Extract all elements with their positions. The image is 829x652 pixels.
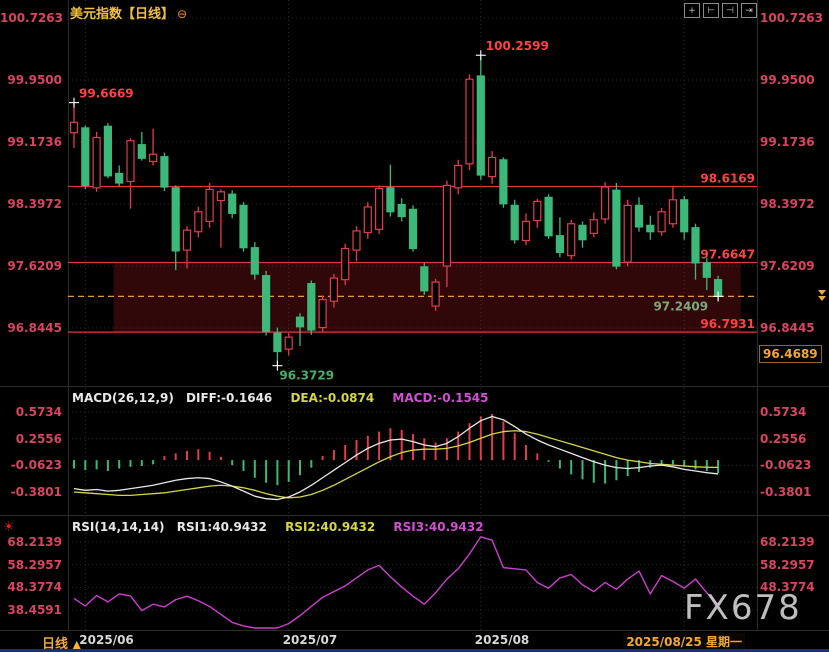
date-label: 2025/07 — [283, 633, 337, 647]
rsi-title: RSI(14,14,14) — [72, 520, 165, 534]
date-label-highlighted: 2025/08/25 星期一 — [623, 633, 745, 650]
y-axis-label: 68.2139 — [0, 535, 62, 549]
y-axis-label: 48.3774 — [0, 580, 62, 594]
current-price-marker-icon — [818, 290, 826, 302]
fx678-watermark: FX678 — [684, 588, 802, 628]
y-axis-label: 100.7263 — [760, 11, 826, 25]
y-axis-label: 96.8445 — [0, 321, 62, 335]
date-label: 2025/06 — [79, 633, 133, 647]
macd-panel-canvas[interactable] — [68, 388, 757, 515]
y-axis-label: 68.2139 — [760, 535, 826, 549]
rsi2-value: RSI2:40.9432 — [285, 520, 375, 534]
macd-macd-value: MACD:-0.1545 — [392, 391, 488, 405]
bottom-axis-bar: 日线 ▲ 2025/062025/072025/082025/08/25 星期一 — [0, 631, 829, 649]
y-axis-label: 0.5734 — [760, 405, 826, 419]
y-axis-label: 98.3972 — [760, 197, 826, 211]
axis-zoom-right-icon[interactable]: ⊣ — [722, 3, 738, 18]
pan-right-icon[interactable]: ⇥ — [741, 3, 757, 18]
alert-sun-icon[interactable]: ☀ — [3, 520, 15, 535]
price-macd-separator — [0, 386, 829, 387]
svg-text:99.6669: 99.6669 — [79, 87, 134, 101]
svg-text:97.6647: 97.6647 — [700, 247, 755, 261]
macd-diff-value: DIFF:-0.1646 — [186, 391, 272, 405]
y-axis-label: -0.3801 — [0, 485, 62, 499]
svg-text:97.2409: 97.2409 — [653, 299, 708, 313]
crosshair-icon[interactable]: + — [684, 3, 700, 18]
svg-text:100.2599: 100.2599 — [486, 39, 549, 53]
y-axis-label: 99.1736 — [0, 135, 62, 149]
y-axis-label: 99.9500 — [760, 73, 826, 87]
y-axis-label: -0.3801 — [760, 485, 826, 499]
symbol-period-label: 美元指数【日线】 — [70, 7, 174, 22]
macd-header: MACD(26,12,9) DIFF:-0.1646 DEA:-0.0874 M… — [72, 391, 489, 405]
macd-title: MACD(26,12,9) — [72, 391, 174, 405]
price-level-box: 96.4689 — [759, 345, 822, 363]
y-axis-label: 100.7263 — [0, 11, 62, 25]
y-axis-label: -0.0623 — [760, 458, 826, 472]
date-label: 2025/08 — [475, 633, 529, 647]
macd-rsi-separator — [0, 515, 829, 516]
price-chart-canvas[interactable]: 98.6169 97.6647 96.7931 97.2409 99.6669 100.2… — [68, 0, 757, 386]
y-axis-label: 0.5734 — [0, 405, 62, 419]
svg-text:98.6169: 98.6169 — [700, 171, 755, 185]
y-axis-label: -0.0623 — [0, 458, 62, 472]
right-axis-border — [757, 0, 758, 630]
macd-dea-value: DEA:-0.0874 — [290, 391, 374, 405]
rsi3-value: RSI3:40.9432 — [393, 520, 483, 534]
chart-title: 美元指数【日线】⊖ — [70, 3, 187, 22]
y-axis-label: 99.9500 — [0, 73, 62, 87]
svg-text:96.3729: 96.3729 — [279, 369, 334, 383]
toolbar: + ⊢ ⊣ ⇥ — [684, 3, 757, 18]
rsi1-value: RSI1:40.9432 — [177, 520, 267, 534]
y-axis-label: 0.2556 — [760, 432, 826, 446]
y-axis-label: 99.1736 — [760, 135, 826, 149]
axis-zoom-left-icon[interactable]: ⊢ — [703, 3, 719, 18]
collapse-icon[interactable]: ⊖ — [177, 7, 187, 21]
y-axis-label: 58.2957 — [760, 558, 826, 572]
y-axis-label: 98.3972 — [0, 197, 62, 211]
y-axis-label: 38.4591 — [0, 603, 62, 617]
y-axis-label: 0.2556 — [0, 432, 62, 446]
chart-application: 98.6169 97.6647 96.7931 97.2409 99.6669 100.2… — [0, 0, 829, 652]
y-axis-label: 58.2957 — [0, 558, 62, 572]
y-axis-label: 97.6209 — [760, 259, 826, 273]
rsi-header: RSI(14,14,14) RSI1:40.9432 RSI2:40.9432 … — [72, 520, 484, 534]
y-axis-label: 97.6209 — [0, 259, 62, 273]
y-axis-label: 96.8445 — [760, 321, 826, 335]
svg-text:96.7931: 96.7931 — [700, 317, 755, 331]
